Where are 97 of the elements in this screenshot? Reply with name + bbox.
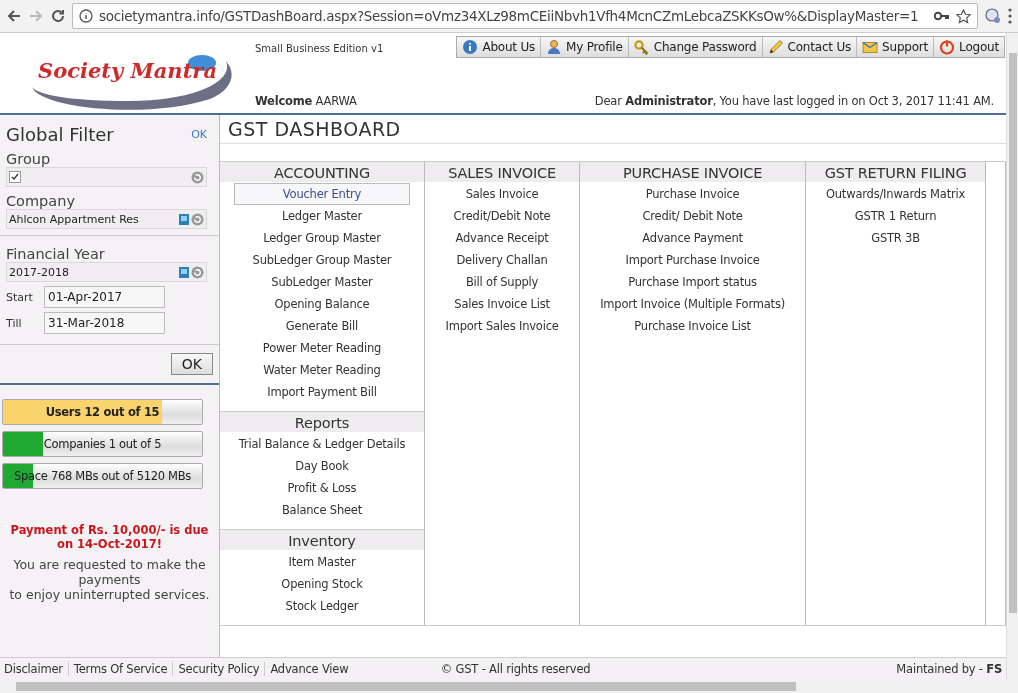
usage-label: Users 12 out of 15: [44, 404, 161, 421]
field-label: Company: [6, 193, 76, 209]
menu-item[interactable]: Opening Balance: [267, 293, 377, 315]
info-icon: [462, 39, 479, 55]
horizontal-scrollbar[interactable]: [0, 680, 1018, 693]
menu-icon[interactable]: [1008, 8, 1012, 24]
menu-item[interactable]: Import Sales Invoice: [438, 315, 566, 337]
vertical-scrollbar[interactable]: [1006, 33, 1018, 680]
payment-note: You are requested to make the payments to enjoy uninterrupted services.: [8, 557, 211, 602]
menu-item[interactable]: SubLedger Group Master: [245, 249, 399, 271]
page-title: GST DASHBOARD: [220, 115, 1006, 144]
menu-item[interactable]: Advance Receipt: [448, 227, 556, 249]
footer-link[interactable]: Advance View: [264, 662, 354, 676]
section-header: GST RETURN FILING: [806, 162, 986, 182]
menu-item[interactable]: Balance Sheet: [274, 499, 370, 521]
ok-button[interactable]: OK: [170, 353, 213, 375]
address-bar[interactable]: societymantra.info/GSTDashBoard.aspx?Session=oVmz34XLz98mCEiiNbvh1Vfh4McnCZmLebcaZSKKsOw%&DisplayMaster=1: [72, 3, 978, 29]
menu-item[interactable]: Import Payment Bill: [260, 381, 384, 403]
menu-item[interactable]: Ledger Master: [274, 205, 369, 227]
refresh-icon[interactable]: [191, 265, 204, 279]
menu-item[interactable]: Trial Balance & Ledger Details: [231, 433, 413, 455]
menu-item[interactable]: Import Purchase Invoice: [618, 249, 767, 271]
menu-item[interactable]: Purchase Invoice List: [627, 315, 758, 337]
last-login-text: Dear Administrator, You have last logged in on Oct 3, 2017 11:41 AM.: [594, 94, 994, 108]
company-field[interactable]: Ahlcon Appartment Res: [6, 209, 207, 229]
payment-due-text: Payment of Rs. 10,000/- is due on 14-Oct-2017!: [9, 523, 210, 551]
ok-link[interactable]: OK: [191, 128, 207, 141]
back-arrow-icon[interactable]: [6, 8, 22, 24]
envelope-icon: [862, 39, 879, 55]
menu-item[interactable]: Generate Bill: [278, 315, 366, 337]
reload-icon[interactable]: [50, 8, 66, 24]
power-icon: [939, 39, 956, 55]
edition-label: Small Business Edition v1: [255, 43, 384, 54]
menu-item[interactable]: Delivery Challan: [449, 249, 555, 271]
panel-title: Global Filter: [6, 124, 114, 145]
nav-button[interactable]: Change Password: [627, 37, 762, 57]
copyright-text: © GST - All rights reserved: [439, 662, 592, 676]
extension-icon[interactable]: [984, 7, 1002, 25]
menu-item[interactable]: Stock Ledger: [278, 595, 366, 617]
date-field[interactable]: 01-Apr-2017: [44, 286, 165, 308]
menu-item[interactable]: GSTR 3B: [864, 227, 927, 249]
date-field[interactable]: 31-Mar-2018: [44, 312, 165, 334]
url-text: societymantra.info/GSTDashBoard.aspx?Session=oVmz34XLz98mCEiiNbvh1Vfh4McnCZmLebcaZSKKsOw%&DisplayMaster=1: [99, 8, 920, 24]
field-label: Till: [6, 316, 23, 330]
section-header: PURCHASE INVOICE: [580, 162, 805, 182]
logo-text: Society Mantra: [38, 58, 217, 83]
menu-item[interactable]: Item Master: [281, 551, 363, 573]
nav-button[interactable]: Contact Us: [761, 37, 857, 57]
book-icon[interactable]: [178, 265, 190, 279]
menu-item[interactable]: Power Meter Reading: [255, 337, 389, 359]
field-label: Start: [6, 290, 34, 304]
field-label: Financial Year: [6, 246, 106, 262]
nav-button[interactable]: About Us: [457, 37, 541, 57]
menu-item[interactable]: Bill of Supply: [458, 271, 546, 293]
field-label: Group: [6, 151, 52, 167]
menu-item[interactable]: Water Meter Reading: [256, 359, 388, 381]
refresh-icon[interactable]: [191, 170, 204, 184]
section-header: Reports: [220, 412, 424, 432]
menu-item[interactable]: Credit/Debit Note: [446, 205, 558, 227]
menu-item[interactable]: Outwards/Inwards Matrix: [818, 183, 973, 205]
menu-item[interactable]: Profit & Loss: [280, 477, 364, 499]
person-icon: [546, 39, 563, 55]
menu-item[interactable]: Sales Invoice List: [447, 293, 557, 315]
footer-link[interactable]: Disclaimer: [0, 662, 68, 676]
welcome-text: Welcome AARWA: [255, 94, 357, 108]
nav-button[interactable]: My Profile: [540, 37, 628, 57]
menu-item[interactable]: Advance Payment: [635, 227, 750, 249]
nav-button[interactable]: Logout: [933, 37, 1004, 57]
footer-link[interactable]: Security Policy: [172, 662, 265, 676]
info-icon[interactable]: [79, 9, 93, 23]
menu-item[interactable]: GSTR 1 Return: [847, 205, 944, 227]
usage-label: Companies 1 out of 5: [42, 436, 163, 453]
checkbox[interactable]: [9, 171, 21, 183]
book-icon[interactable]: [178, 212, 190, 226]
menu-item[interactable]: Import Invoice (Multiple Formats): [593, 293, 792, 315]
key-icon[interactable]: [934, 11, 950, 21]
section-header: ACCOUNTING: [220, 162, 424, 182]
refresh-icon[interactable]: [191, 212, 204, 226]
nav-button[interactable]: Support: [856, 37, 934, 57]
menu-item[interactable]: Purchase Import status: [621, 271, 764, 293]
menu-item[interactable]: SubLedger Master: [264, 271, 380, 293]
footer-link[interactable]: Terms Of Service: [67, 662, 173, 676]
maintained-by-text: Maintained by - FS: [895, 662, 1002, 676]
menu-item[interactable]: Sales Invoice: [458, 183, 546, 205]
pencil-icon: [767, 39, 784, 55]
menu-item[interactable]: Voucher Entry: [233, 183, 410, 205]
menu-item[interactable]: Opening Stock: [274, 573, 370, 595]
section-header: Inventory: [220, 530, 424, 550]
menu-item[interactable]: Day Book: [288, 455, 356, 477]
year-field[interactable]: 2017-2018: [6, 262, 207, 282]
menu-item[interactable]: Purchase Invoice: [638, 183, 747, 205]
menu-item[interactable]: Ledger Group Master: [256, 227, 388, 249]
section-header: SALES INVOICE: [424, 162, 580, 182]
star-icon[interactable]: [956, 8, 971, 24]
key-icon: [633, 39, 650, 55]
menu-item[interactable]: Credit/ Debit Note: [635, 205, 750, 227]
group-field[interactable]: [6, 167, 207, 187]
